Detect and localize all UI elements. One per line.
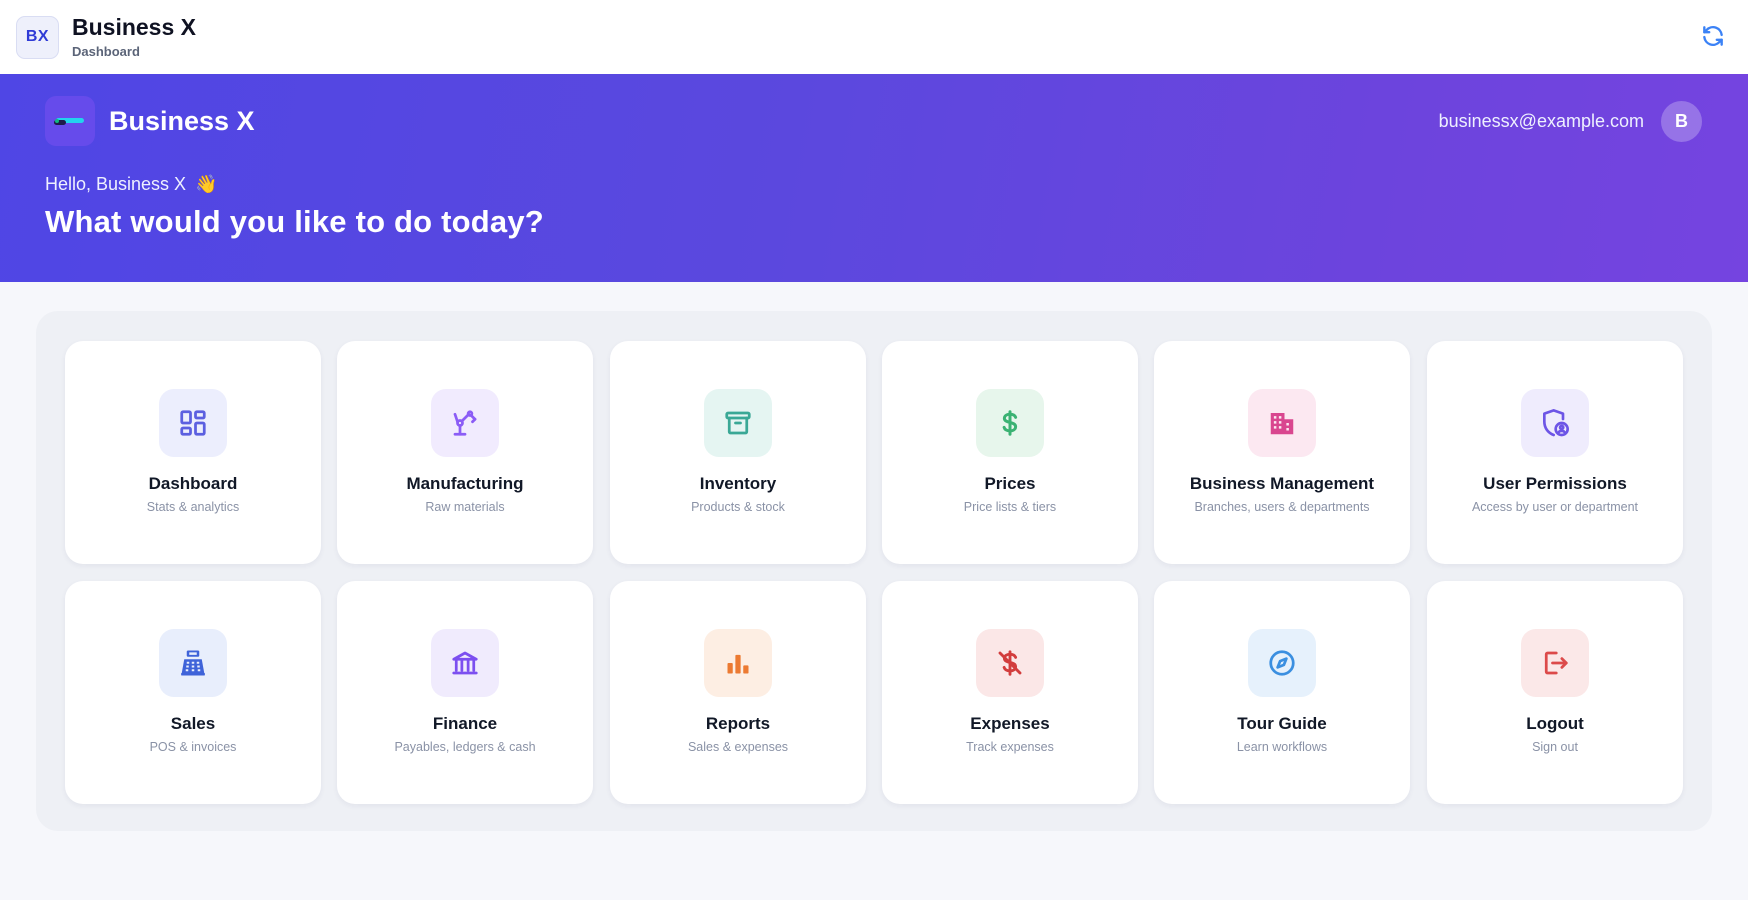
tile-description: Raw materials	[425, 500, 505, 514]
robot-arm-icon	[453, 410, 477, 436]
tile-description: Payables, ledgers & cash	[394, 740, 536, 754]
shield-user-icon	[1543, 409, 1569, 437]
tile-sales[interactable]: Sales POS & invoices	[65, 581, 321, 804]
tile-icon-box	[976, 389, 1044, 457]
archive-box-icon	[725, 411, 751, 435]
compass-icon	[1269, 650, 1295, 676]
greeting: Hello, Business X 👋	[45, 174, 218, 195]
tile-icon-box	[159, 389, 227, 457]
bank-icon	[452, 651, 478, 675]
tiles-panel: Dashboard Stats & analytics Manufacturin…	[36, 311, 1712, 831]
refresh-icon	[1703, 26, 1723, 46]
tile-icon-box	[1248, 629, 1316, 697]
user-email: businessx@example.com	[1438, 111, 1644, 131]
tile-description: Stats & analytics	[146, 500, 240, 514]
tile-description: Branches, users & departments	[1194, 500, 1370, 514]
tile-icon-box	[704, 389, 772, 457]
avatar[interactable]: B	[1661, 101, 1702, 142]
building-icon	[1270, 413, 1294, 435]
tile-logout[interactable]: Logout Sign out	[1427, 581, 1683, 804]
tile-description: Products & stock	[691, 500, 785, 514]
tile-title: Finance	[432, 714, 498, 733]
tile-prices[interactable]: Prices Price lists & tiers	[882, 341, 1138, 564]
tile-inventory[interactable]: Inventory Products & stock	[610, 341, 866, 564]
wave-emoji: 👋	[195, 174, 218, 194]
app-titles: Business X Dashboard	[72, 14, 196, 61]
dashboard-icon	[180, 410, 206, 436]
tile-user-permissions[interactable]: User Permissions Access by user or depar…	[1427, 341, 1683, 564]
dollar-off-icon	[998, 650, 1022, 676]
tile-title: Tour Guide	[1237, 714, 1327, 733]
app-subtitle: Dashboard	[72, 43, 140, 59]
app-badge: BX	[16, 15, 59, 59]
tile-dashboard[interactable]: Dashboard Stats & analytics	[65, 341, 321, 564]
tile-title: Expenses	[970, 714, 1050, 733]
app-header: BX Business X Dashboard	[0, 0, 1748, 74]
cash-register-icon	[181, 650, 205, 676]
hero-banner: Business X businessx@example.com B Hello…	[0, 74, 1748, 282]
tile-icon-box	[159, 629, 227, 697]
user-info: businessx@example.com B	[1439, 101, 1702, 142]
tile-icon-box	[1521, 389, 1589, 457]
app-title: Business X	[72, 13, 196, 40]
tile-icon-box	[431, 629, 499, 697]
tile-description: Track expenses	[966, 740, 1054, 754]
refresh-button[interactable]	[1696, 19, 1730, 53]
bar-chart-icon	[727, 654, 749, 674]
page-headline: What would you like to do today?	[45, 204, 544, 239]
tile-business-management[interactable]: Business Management Branches, users & de…	[1154, 341, 1410, 564]
tile-description: Price lists & tiers	[963, 500, 1057, 514]
tile-title: Prices	[984, 474, 1036, 493]
tile-description: Sign out	[1532, 740, 1578, 754]
tile-icon-box	[1521, 629, 1589, 697]
tile-title: Dashboard	[148, 474, 238, 493]
tile-finance[interactable]: Finance Payables, ledgers & cash	[337, 581, 593, 804]
tile-description: Sales & expenses	[687, 740, 789, 754]
tile-reports[interactable]: Reports Sales & expenses	[610, 581, 866, 804]
tile-manufacturing[interactable]: Manufacturing Raw materials	[337, 341, 593, 564]
tile-title: User Permissions	[1483, 474, 1627, 493]
tile-title: Inventory	[699, 474, 777, 493]
tile-tour-guide[interactable]: Tour Guide Learn workflows	[1154, 581, 1410, 804]
tile-description: Access by user or department	[1471, 500, 1639, 514]
tile-description: Learn workflows	[1236, 740, 1328, 754]
brand-logo-icon	[54, 118, 84, 125]
tile-description: POS & invoices	[149, 740, 237, 754]
logout-icon	[1544, 651, 1568, 675]
brand-name: Business X	[109, 105, 255, 136]
tile-title: Sales	[170, 714, 216, 733]
tile-title: Business Management	[1189, 474, 1375, 493]
tile-expenses[interactable]: Expenses Track expenses	[882, 581, 1138, 804]
brand-logo	[45, 96, 95, 146]
tile-icon-box	[704, 629, 772, 697]
greeting-text: Hello, Business X	[45, 174, 187, 194]
tile-icon-box	[976, 629, 1044, 697]
tile-icon-box	[1248, 389, 1316, 457]
dollar-icon	[1002, 410, 1018, 436]
hero-brand: Business X	[45, 96, 255, 146]
tile-title: Logout	[1526, 714, 1584, 733]
tile-icon-box	[431, 389, 499, 457]
tile-title: Reports	[705, 714, 771, 733]
tile-title: Manufacturing	[406, 474, 524, 493]
